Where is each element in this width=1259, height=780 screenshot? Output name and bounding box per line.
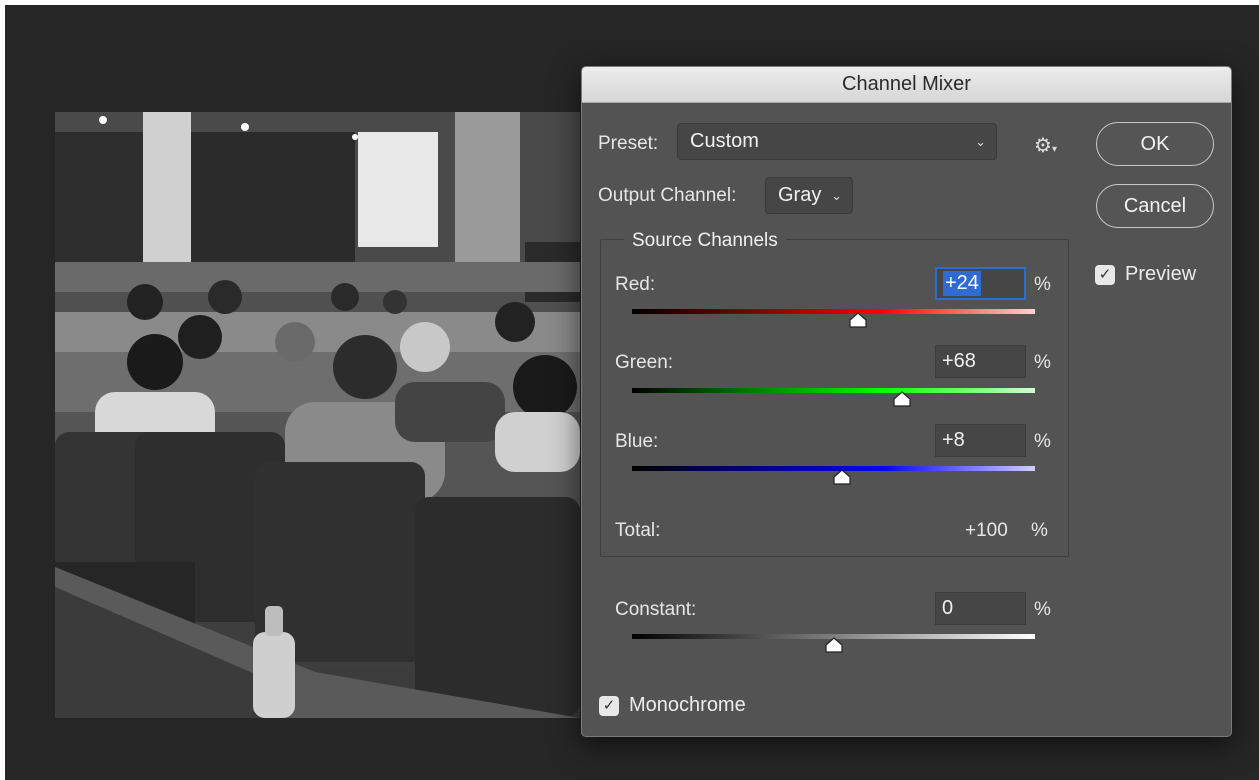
green-slider[interactable] (632, 388, 1035, 407)
total-label: Total: (615, 520, 661, 541)
chevron-down-icon: ⌄ (975, 133, 986, 149)
preview-checkbox[interactable]: ✓ Preview (1095, 263, 1196, 286)
constant-percent-symbol: % (1034, 599, 1051, 620)
preset-dropdown[interactable]: Custom ⌄ (677, 123, 997, 160)
output-channel-label: Output Channel: (598, 185, 737, 206)
total-percent-symbol: % (1031, 520, 1048, 541)
blue-label: Blue: (615, 431, 659, 452)
constant-slider[interactable] (632, 634, 1035, 653)
source-channels-title: Source Channels (624, 230, 786, 252)
monochrome-checkbox[interactable]: ✓ Monochrome (599, 694, 746, 717)
blue-slider[interactable] (632, 466, 1035, 485)
red-percent-symbol: % (1034, 274, 1051, 295)
blue-percent-symbol: % (1034, 431, 1051, 452)
preview-label: Preview (1125, 263, 1197, 285)
total-value: +100 (965, 520, 1008, 541)
red-label: Red: (615, 274, 656, 295)
ok-button[interactable]: OK (1096, 122, 1214, 166)
output-channel-dropdown[interactable]: Gray ⌄ (765, 177, 853, 214)
preset-value: Custom (690, 130, 759, 152)
dialog-title: Channel Mixer (582, 67, 1231, 103)
blue-value-field[interactable]: +8 (935, 424, 1026, 457)
document-photo (55, 112, 580, 718)
green-label: Green: (615, 352, 674, 373)
red-value-field[interactable]: +24 (935, 267, 1026, 300)
preset-label: Preset: (598, 133, 659, 154)
output-channel-value: Gray (778, 184, 822, 206)
cancel-button[interactable]: Cancel (1096, 184, 1214, 228)
chevron-down-icon: ⌄ (831, 187, 842, 203)
constant-value-field[interactable]: 0 (935, 592, 1026, 625)
checkmark-icon: ✓ (599, 695, 619, 716)
channel-mixer-dialog: Channel Mixer Preset: Custom ⌄ ⚙▾ OK Can… (581, 66, 1232, 737)
green-value-field[interactable]: +68 (935, 345, 1026, 378)
gear-icon[interactable]: ⚙▾ (1034, 133, 1057, 158)
red-slider[interactable] (632, 309, 1035, 328)
green-percent-symbol: % (1034, 352, 1051, 373)
checkmark-icon: ✓ (1095, 264, 1115, 285)
monochrome-label: Monochrome (629, 694, 746, 716)
constant-label: Constant: (615, 599, 697, 620)
